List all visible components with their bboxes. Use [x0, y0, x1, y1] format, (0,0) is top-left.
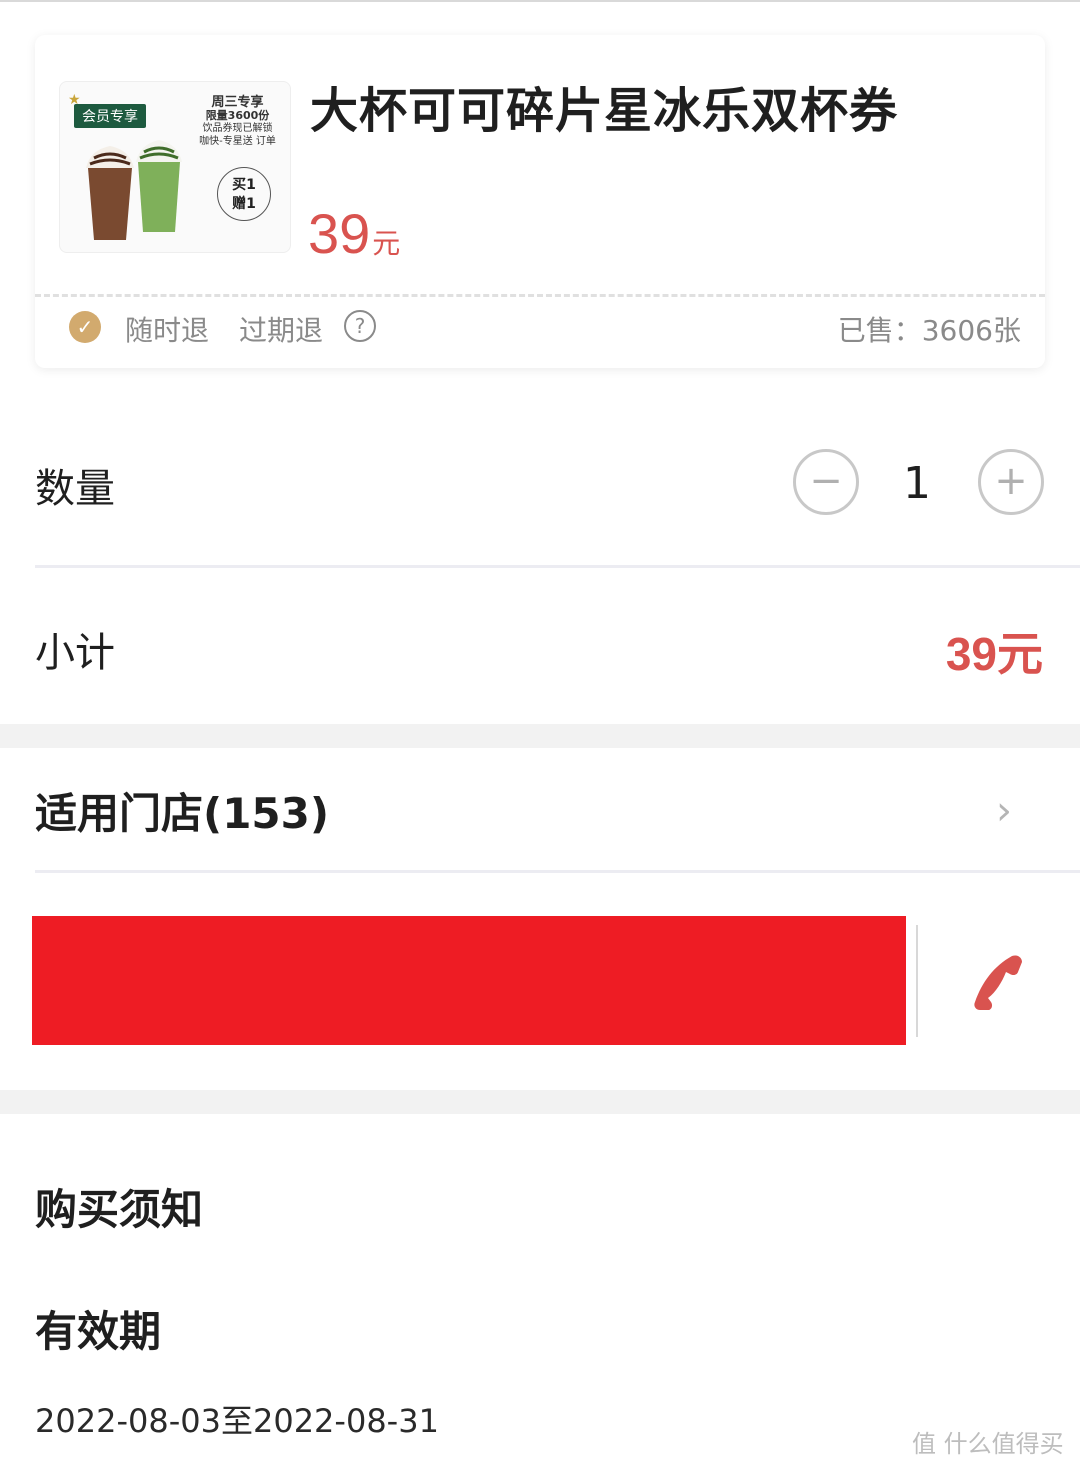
quantity-label: 数量 [35, 466, 115, 512]
sold-count: 已售：3606张 [838, 309, 1021, 349]
member-badge: 会员专享 [74, 104, 146, 128]
redacted-store-info [32, 916, 906, 1045]
sold-value: 3606张 [921, 314, 1021, 347]
price-unit: 元 [372, 227, 401, 260]
coupon-thumbnail: ★ 会员专享 周三专享 限量3600份 饮品券现已解锁 咖快-专星送 订单 买1… [59, 81, 291, 253]
sold-label: 已售： [837, 314, 922, 347]
b1g1-line: 赠1 [232, 196, 256, 212]
promo-line: 咖快-专星送 订单 [199, 136, 276, 147]
b1g1-line: 买1 [232, 177, 256, 193]
watermark: 值 什么值得买 [912, 1430, 1064, 1458]
coupon-title: 大杯可可碎片星冰乐双杯券 [310, 83, 899, 139]
divider [35, 565, 1080, 568]
promo-line: 周三专享 [211, 95, 264, 110]
section-gap [0, 1090, 1080, 1114]
applicable-stores-link[interactable]: 适用门店(153) [35, 780, 329, 841]
check-icon: ✓ [69, 311, 101, 343]
chevron-right-icon[interactable]: › [996, 788, 1012, 834]
increase-quantity-button[interactable]: + [978, 449, 1044, 515]
phone-icon[interactable] [972, 952, 1026, 1012]
coupon-price: 39元 [308, 201, 400, 266]
drinks-image [86, 140, 182, 240]
dashed-divider [35, 294, 1045, 297]
section-gap [0, 724, 1080, 748]
refund-expired-tag: 过期退 [239, 314, 324, 347]
subtotal-label: 小计 [35, 630, 115, 676]
validity-dates: 2022-08-03至2022-08-31 [35, 1402, 439, 1440]
quantity-value: 1 [903, 458, 931, 509]
buy-one-get-one-badge: 买1 赠1 [217, 167, 271, 221]
vertical-divider [916, 925, 918, 1037]
coupon-card[interactable]: ★ 会员专享 周三专享 限量3600份 饮品券现已解锁 咖快-专星送 订单 买1… [35, 35, 1045, 368]
top-divider [0, 0, 1080, 2]
question-circle-icon[interactable]: ? [344, 310, 376, 342]
promo-line: 饮品券现已解锁 [202, 123, 273, 134]
promo-text: 周三专享 限量3600份 饮品券现已解锁 咖快-专星送 订单 [190, 96, 285, 148]
purchase-notice-title: 购买须知 [35, 1185, 204, 1234]
divider [35, 870, 1080, 873]
promo-line: 限量3600份 [205, 109, 270, 122]
validity-title: 有效期 [35, 1307, 162, 1356]
refund-anytime-tag: 随时退 [125, 314, 210, 347]
decrease-quantity-button[interactable]: − [793, 449, 859, 515]
subtotal-value: 39元 [945, 628, 1043, 680]
price-value: 39 [308, 202, 371, 265]
